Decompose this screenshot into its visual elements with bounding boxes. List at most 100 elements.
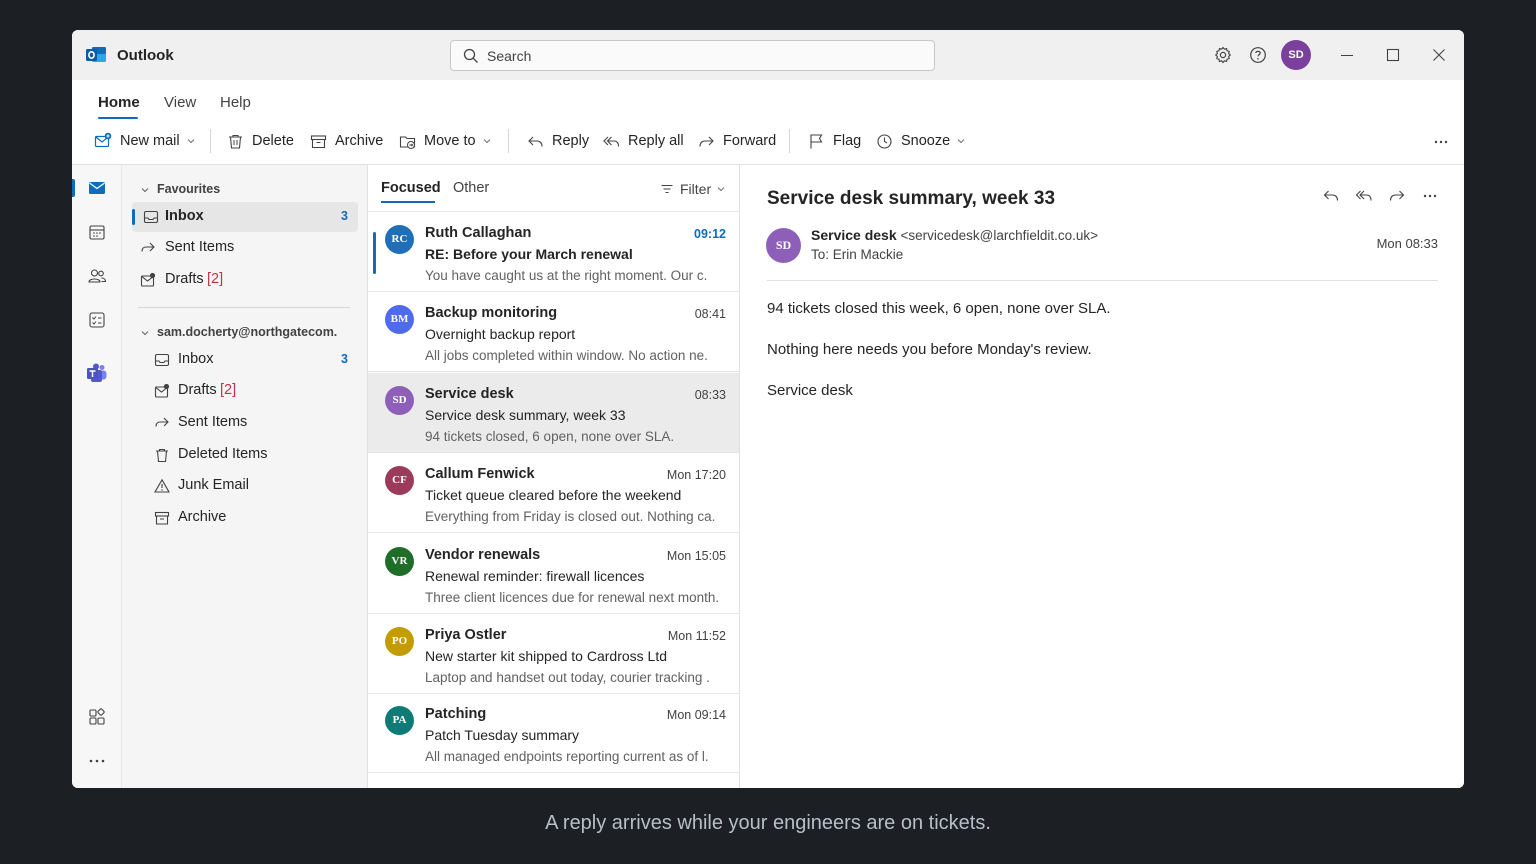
help-icon[interactable] <box>1249 46 1267 64</box>
message-item[interactable]: VR Vendor renewals Mon 15:05 Renewal rem… <box>368 534 739 614</box>
message-item[interactable]: PO Priya Ostler Mon 11:52 New starter ki… <box>368 614 739 694</box>
snooze-button[interactable]: Snooze <box>876 130 966 152</box>
trash-icon <box>156 448 168 463</box>
favourite-drafts[interactable]: Drafts [2] <box>132 265 358 295</box>
tab-home[interactable]: Home <box>98 94 140 111</box>
forward-label: Forward <box>723 133 777 149</box>
caption: A reply arrives while your engineers are… <box>545 812 991 834</box>
sender-name[interactable]: Service desk <box>811 227 897 243</box>
message-item[interactable]: CF Callum Fenwick Mon 17:20 Ticket queue… <box>368 453 739 533</box>
new-mail-label: New mail <box>120 133 180 149</box>
more-options-icon[interactable] <box>1433 134 1449 150</box>
tab-help[interactable]: Help <box>220 94 251 111</box>
tab-other[interactable]: Other <box>453 180 489 196</box>
warning-icon <box>154 478 170 493</box>
teams-icon[interactable] <box>86 362 108 384</box>
more-apps-icon[interactable] <box>87 751 107 771</box>
calendar-icon[interactable] <box>87 222 107 242</box>
settings-gear-icon[interactable] <box>1214 46 1232 64</box>
delete-button[interactable]: Delete <box>227 130 294 152</box>
ribbon: Home View Help New mail Delete Archive M… <box>72 80 1464 165</box>
email-time: Mon 08:33 <box>1376 236 1438 251</box>
inbox-icon <box>154 353 170 367</box>
message-sender: Patching <box>425 706 487 722</box>
message-time: 08:41 <box>694 307 726 321</box>
flag-button[interactable]: Flag <box>808 130 861 152</box>
selection-indicator <box>132 209 135 225</box>
new-mail-button[interactable]: New mail <box>94 130 196 152</box>
app-rail <box>72 165 122 788</box>
close-icon[interactable] <box>1431 47 1447 63</box>
ribbon-divider <box>210 129 211 153</box>
forward-icon <box>699 136 714 147</box>
tab-focused[interactable]: Focused <box>381 180 441 196</box>
reply-all-icon[interactable] <box>1355 187 1373 205</box>
body-paragraph: Nothing here needs you before Monday's r… <box>767 341 1092 358</box>
account-deleted-items[interactable]: Deleted Items <box>132 440 358 470</box>
folder-label: Sent Items <box>178 414 248 430</box>
account-junk-email[interactable]: Junk Email <box>132 471 358 501</box>
minimize-icon[interactable] <box>1339 47 1355 63</box>
mail-icon[interactable] <box>87 178 107 198</box>
people-icon[interactable] <box>87 266 107 286</box>
archive-icon <box>154 511 170 525</box>
account-heading[interactable]: sam.docherty@northgatecom. <box>157 325 337 339</box>
favourite-inbox[interactable]: Inbox 3 <box>132 202 358 232</box>
message-time: 09:12 <box>694 227 726 241</box>
message-list: Focused Other Filter RC Ruth Callaghan 0… <box>368 165 740 788</box>
account-avatar[interactable]: SD <box>1281 40 1311 70</box>
account-archive[interactable]: Archive <box>132 503 358 533</box>
avatar: PA <box>385 706 414 735</box>
new-mail-icon <box>94 132 112 148</box>
folder-label: Deleted Items <box>178 446 268 462</box>
ribbon-divider <box>789 129 790 153</box>
message-preview: Everything from Friday is closed out. No… <box>425 509 716 524</box>
account-drafts[interactable]: Drafts [2] <box>132 376 358 406</box>
sender-line: Service desk <servicedesk@larchfieldit.c… <box>811 227 1098 243</box>
body-signature: Service desk <box>767 382 853 399</box>
reply-button[interactable]: Reply <box>527 130 589 152</box>
message-item[interactable]: BM Backup monitoring 08:41 Overnight bac… <box>368 292 739 372</box>
avatar: CF <box>385 466 414 495</box>
chevron-down-icon[interactable] <box>140 328 150 338</box>
avatar: SD <box>385 386 414 415</box>
account-inbox[interactable]: Inbox 3 <box>132 345 358 375</box>
search-input[interactable] <box>487 47 917 65</box>
folder-move-icon <box>399 135 416 149</box>
tab-view[interactable]: View <box>164 94 196 111</box>
drafts-icon <box>154 383 170 398</box>
favourites-heading[interactable]: Favourites <box>157 182 220 196</box>
archive-button[interactable]: Archive <box>310 130 383 152</box>
search-box[interactable] <box>450 40 935 71</box>
favourite-sent-items[interactable]: Sent Items <box>132 233 358 263</box>
sender-address: <servicedesk@larchfieldit.co.uk> <box>900 228 1099 243</box>
message-preview: All jobs completed within window. No act… <box>425 348 708 363</box>
reply-icon[interactable] <box>1322 187 1340 205</box>
tasks-icon[interactable] <box>87 310 107 330</box>
message-preview: 94 tickets closed, 6 open, none over SLA… <box>425 429 675 444</box>
focused-tab-indicator <box>381 201 435 203</box>
move-to-button[interactable]: Move to <box>399 130 492 152</box>
filter-button[interactable]: Filter <box>660 181 732 197</box>
message-preview: All managed endpoints reporting current … <box>425 749 709 764</box>
chevron-down-icon <box>717 187 725 192</box>
message-item[interactable]: RC Ruth Callaghan 09:12 RE: Before your … <box>368 212 739 292</box>
avatar: RC <box>385 225 414 254</box>
chevron-down-icon <box>483 139 490 144</box>
message-item[interactable]: PA Patching Mon 09:14 Patch Tuesday summ… <box>368 693 739 773</box>
account-sent-items[interactable]: Sent Items <box>132 408 358 438</box>
chevron-down-icon[interactable] <box>140 185 150 195</box>
apps-icon[interactable] <box>87 707 107 727</box>
archive-label: Archive <box>335 133 384 149</box>
more-actions-icon[interactable] <box>1421 187 1439 205</box>
reply-all-button[interactable]: Reply all <box>603 130 684 152</box>
message-subject: Patch Tuesday summary <box>425 727 580 743</box>
reply-all-label: Reply all <box>628 133 684 149</box>
flag-icon <box>810 133 823 148</box>
forward-button[interactable]: Forward <box>698 130 776 152</box>
message-item[interactable]: SD Service desk 08:33 Service desk summa… <box>368 373 739 453</box>
message-preview: Laptop and handset out today, courier tr… <box>425 670 710 685</box>
maximize-icon[interactable] <box>1385 47 1401 63</box>
flag-label: Flag <box>833 133 862 149</box>
forward-icon[interactable] <box>1388 187 1406 205</box>
